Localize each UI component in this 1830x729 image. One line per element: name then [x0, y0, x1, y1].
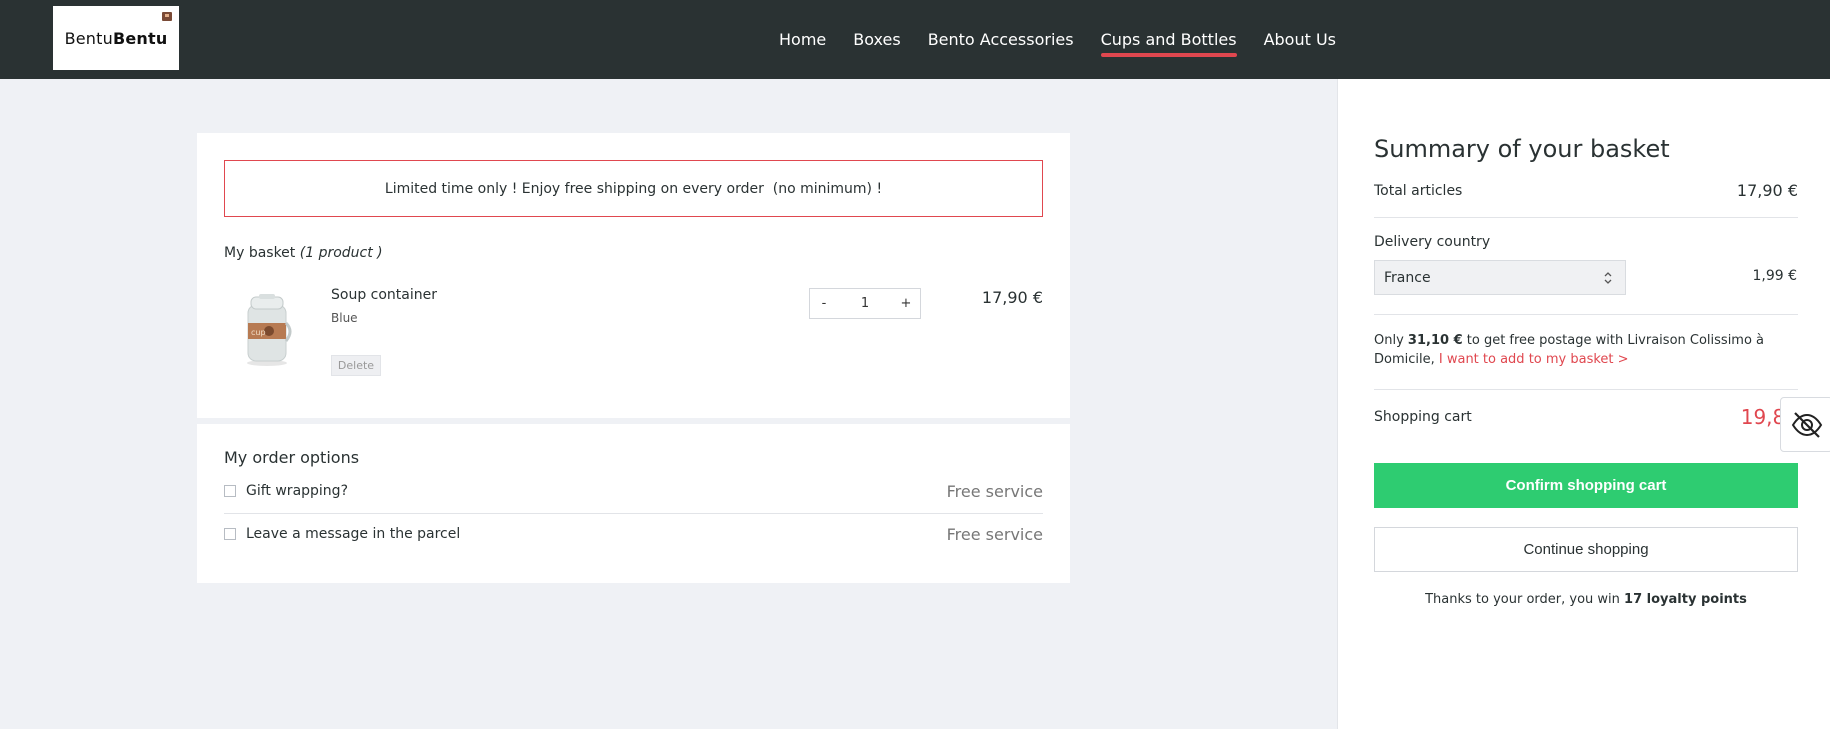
nav-item-home[interactable]: Home: [779, 0, 826, 79]
nav-item-about-us[interactable]: About Us: [1264, 0, 1336, 79]
options-divider: [224, 513, 1043, 514]
continue-shopping-button[interactable]: Continue shopping: [1374, 527, 1798, 572]
summary-title: Summary of your basket: [1374, 135, 1670, 163]
loyalty-text: Thanks to your order, you win: [1425, 592, 1625, 607]
option-gift-wrapping: Gift wrapping? Free service: [224, 481, 1043, 501]
gift-wrapping-label[interactable]: Gift wrapping?: [246, 483, 947, 499]
total-articles-value: 17,90 €: [1736, 181, 1798, 200]
total-articles-label: Total articles: [1374, 182, 1463, 199]
free-postage-amount: 31,10 €: [1407, 333, 1463, 348]
leave-message-price: Free service: [946, 524, 1043, 544]
hide-visibility-button[interactable]: [1780, 397, 1830, 452]
basket-count: (1 product ): [299, 245, 383, 261]
top-navigation-bar: BentuBentu Home Boxes Bento Accessories …: [0, 0, 1830, 79]
nav-item-boxes[interactable]: Boxes: [853, 0, 900, 79]
promo-banner: Limited time only ! Enjoy free shipping …: [224, 160, 1043, 217]
gift-wrapping-price: Free service: [946, 481, 1043, 501]
loyalty-points: 17 loyalty points: [1624, 592, 1747, 607]
nav-item-bento-accessories[interactable]: Bento Accessories: [928, 0, 1074, 79]
product-variant: Blue: [331, 311, 358, 325]
leave-message-checkbox[interactable]: [224, 528, 236, 540]
product-image[interactable]: cup: [239, 293, 295, 367]
delivery-country-value: France: [1384, 269, 1431, 286]
delete-product-button[interactable]: Delete: [331, 355, 381, 376]
basket-summary-panel: Summary of your basket Total articles 17…: [1337, 79, 1830, 729]
gift-wrapping-checkbox[interactable]: [224, 485, 236, 497]
product-name[interactable]: Soup container: [331, 287, 437, 303]
shopping-cart-label: Shopping cart: [1374, 409, 1472, 425]
order-options-card: My order options Gift wrapping? Free ser…: [197, 424, 1070, 583]
add-to-basket-link[interactable]: I want to add to my basket >: [1439, 352, 1629, 367]
free-postage-notice: Only 31,10 € to get free postage with Li…: [1374, 331, 1798, 369]
summary-divider: [1374, 389, 1798, 390]
main-nav: Home Boxes Bento Accessories Cups and Bo…: [779, 0, 1363, 79]
quantity-stepper: - 1 +: [809, 288, 921, 319]
delivery-country-select[interactable]: France: [1374, 260, 1626, 295]
site-logo[interactable]: BentuBentu: [53, 6, 179, 70]
order-options-title: My order options: [224, 448, 360, 467]
summary-divider: [1374, 217, 1798, 218]
quantity-value[interactable]: 1: [838, 296, 892, 311]
eye-slash-icon: [1791, 411, 1822, 438]
option-leave-message: Leave a message in the parcel Free servi…: [224, 524, 1043, 544]
leave-message-label[interactable]: Leave a message in the parcel: [246, 526, 947, 542]
total-articles-row: Total articles 17,90 €: [1374, 181, 1798, 200]
summary-divider: [1374, 314, 1798, 315]
confirm-cart-button[interactable]: Confirm shopping cart: [1374, 463, 1798, 508]
delivery-price: 1,99 €: [1752, 268, 1797, 284]
basket-title-text: My basket: [224, 245, 296, 261]
shopping-cart-total-row: Shopping cart 19,89: [1374, 405, 1798, 429]
free-postage-prefix: Only: [1374, 333, 1408, 348]
logo-box-icon: [162, 12, 172, 21]
nav-item-cups-and-bottles[interactable]: Cups and Bottles: [1100, 0, 1237, 79]
delivery-country-label: Delivery country: [1374, 234, 1491, 250]
quantity-decrease-button[interactable]: -: [810, 296, 838, 311]
quantity-increase-button[interactable]: +: [892, 296, 920, 311]
svg-text:cup: cup: [251, 328, 266, 337]
loyalty-points-notice: Thanks to your order, you win 17 loyalty…: [1374, 592, 1798, 607]
basket-title: My basket (1 product ): [224, 245, 383, 261]
basket-card: Limited time only ! Enjoy free shipping …: [197, 133, 1070, 418]
select-chevrons-icon: [1604, 272, 1612, 284]
product-price: 17,90 €: [981, 288, 1043, 307]
logo-text: BentuBentu: [64, 28, 168, 48]
